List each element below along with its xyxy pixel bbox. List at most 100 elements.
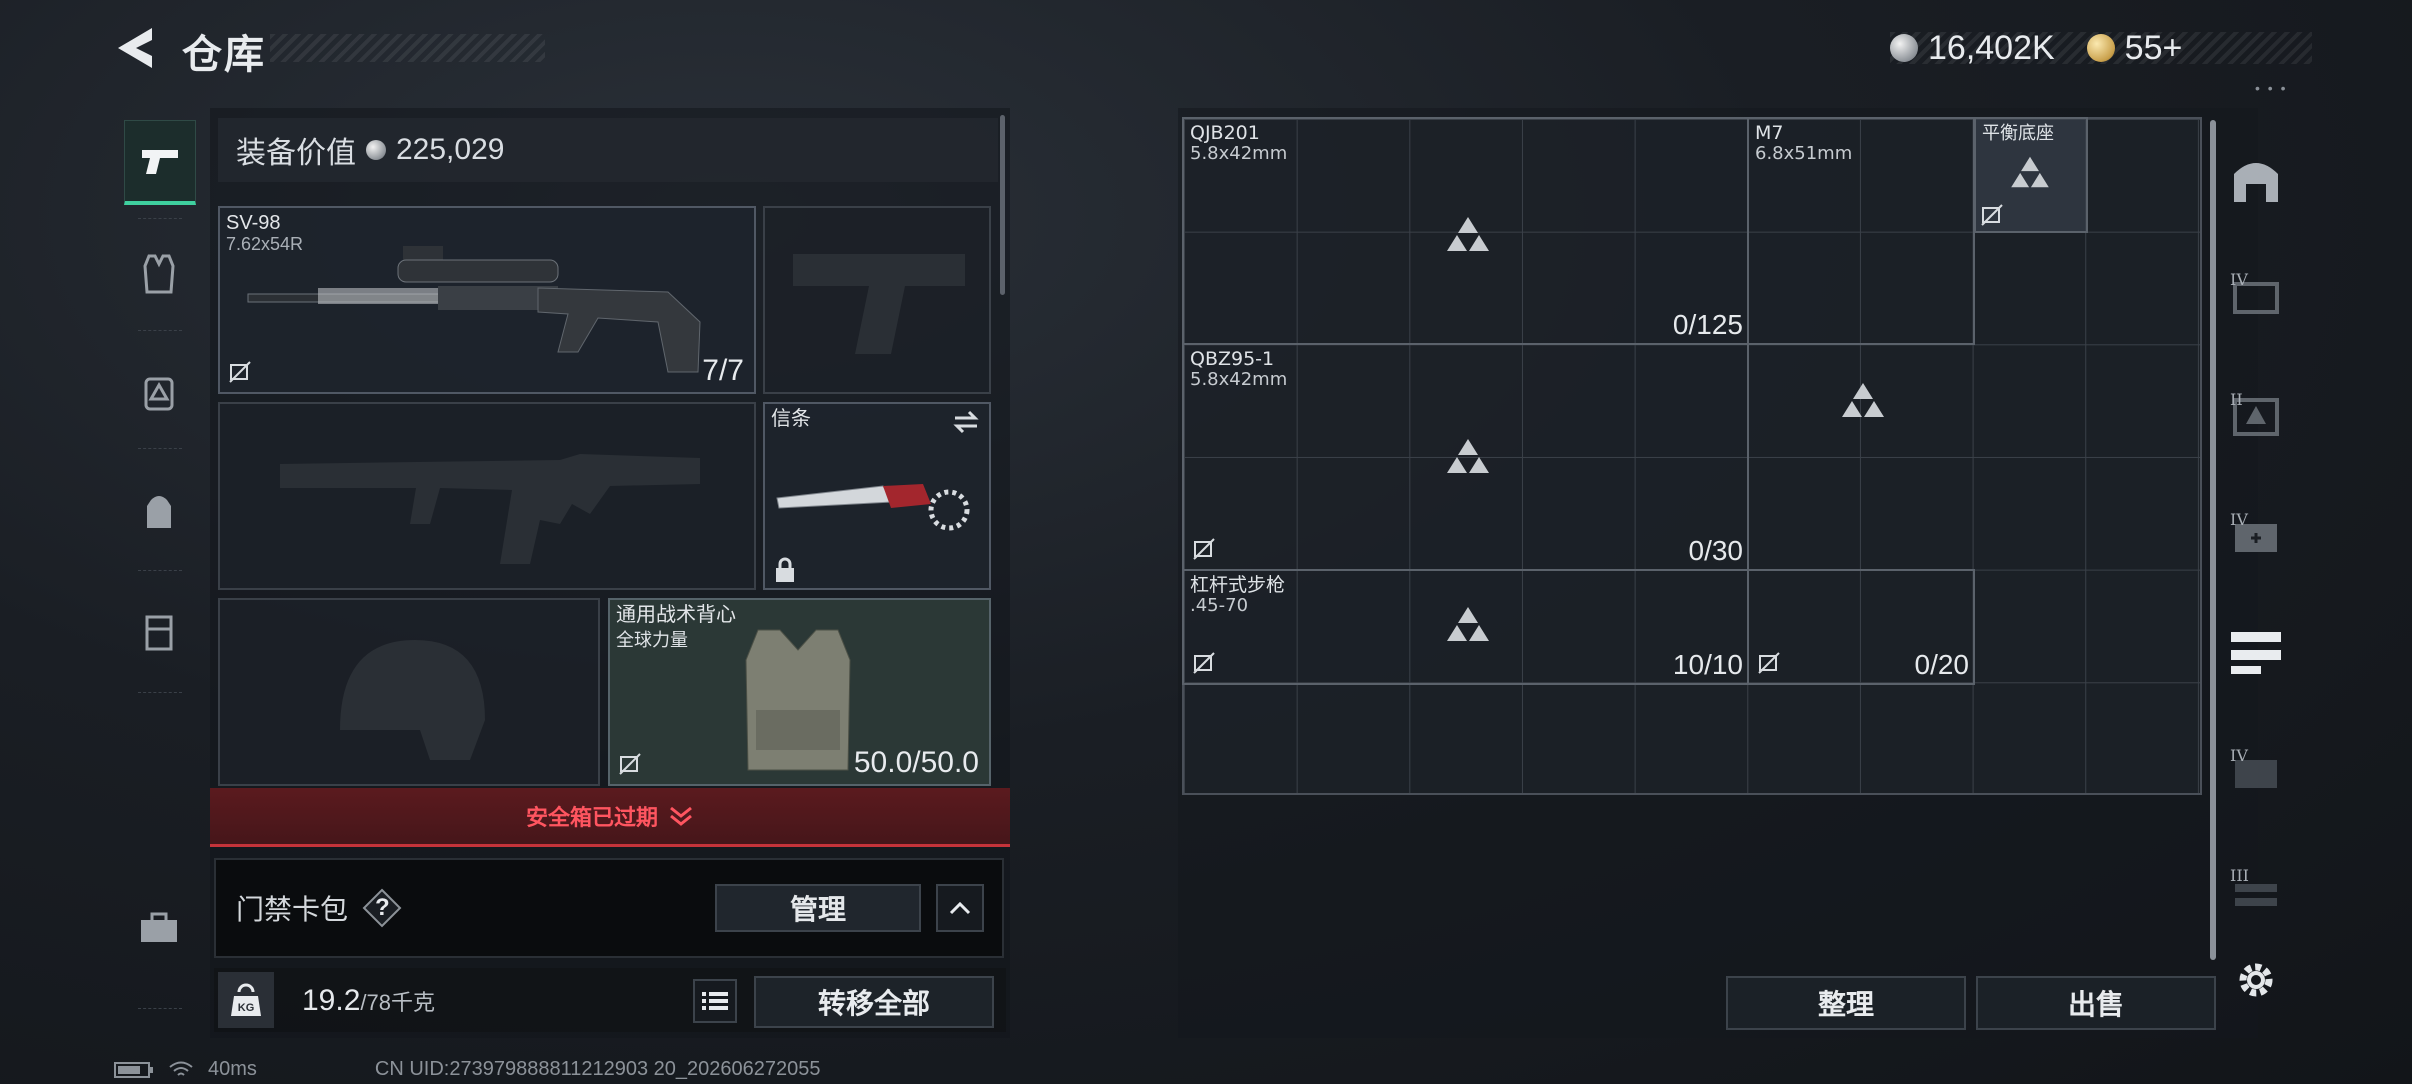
item-name: M7 (1755, 122, 1784, 144)
unlinked-icon (1981, 204, 2003, 226)
double-chevron-down-icon (670, 806, 692, 826)
equipment-scrollbar[interactable] (1000, 115, 1005, 295)
item-ammo: 6.8x51mm (1755, 143, 1853, 164)
silver-coin-icon (1890, 34, 1918, 62)
equipment-value: 225,029 (396, 133, 505, 166)
storage-item-qbz95-1[interactable]: QBZ95-1 5.8x42mm 0/30 (1182, 343, 1749, 571)
kettlebell-icon: KG (231, 983, 261, 1016)
rail-rig[interactable] (124, 592, 194, 672)
equipment-value-bar: 装备价值 225,029 (218, 118, 998, 182)
primary-weapon-slot[interactable]: SV-98 7.62x54R 7/7 (218, 206, 756, 394)
melee-slot[interactable]: 信条 (763, 402, 991, 590)
box-level: IV (2230, 746, 2248, 765)
unlinked-icon (619, 753, 641, 775)
unlinked-icon (229, 361, 251, 383)
back-button[interactable] (112, 24, 162, 72)
status-bar: 40ms CN UID:273979888811212903 20_202606… (114, 1058, 820, 1081)
storage-item-qjb201[interactable]: QJB201 5.8x42mm 0/125 (1182, 117, 1749, 345)
vest-icon (143, 254, 175, 294)
silver-amount: 16,402K (1928, 28, 2055, 67)
chevron-up-icon (949, 901, 971, 915)
item-name: QBZ95-1 (1190, 348, 1275, 370)
storage-item-m7[interactable]: M7 6.8x51mm (1747, 117, 1975, 345)
list-button[interactable] (693, 979, 737, 1023)
item-name: 杠杆式步枪 (1190, 574, 1286, 596)
rail-box-6[interactable]: III (2226, 862, 2286, 922)
melee-name: 信条 (771, 408, 811, 430)
rail-vest[interactable] (124, 234, 194, 314)
title-decoration (270, 34, 545, 62)
item-name: 平衡底座 (1982, 123, 2054, 144)
back-arrow-icon (118, 28, 152, 68)
unlinked-icon (1758, 652, 1780, 674)
storage-item-balance-base[interactable]: 平衡底座 (1974, 117, 2088, 233)
item-count: 0/20 (1914, 649, 1970, 680)
uid-text: CN UID:273979888811212903 20_20260627205… (374, 1058, 821, 1080)
backpack-icon (147, 496, 171, 528)
gear-icon (2239, 963, 2273, 997)
rail-medical[interactable] (124, 352, 194, 432)
weapon-rack-icon (2231, 632, 2281, 674)
list-icon (702, 992, 728, 1010)
rail-weapons[interactable] (124, 120, 196, 205)
triangle-logo-icon (1842, 383, 1884, 417)
triangle-logo-icon (2011, 156, 2049, 188)
manage-button[interactable]: 管理 (715, 884, 921, 932)
rail-box-3[interactable]: IV (2226, 506, 2286, 566)
toolbox-icon (141, 912, 177, 942)
rail-box-4[interactable] (2226, 622, 2286, 682)
rail-toolbox[interactable] (124, 888, 194, 968)
helmet-silhouette-icon (340, 640, 485, 760)
sell-button[interactable]: 出售 (1976, 976, 2216, 1030)
rail-box-1[interactable]: IV (2226, 266, 2286, 326)
pistol-silhouette-icon (793, 254, 965, 354)
transfer-all-button[interactable]: 转移全部 (754, 976, 994, 1028)
triangle-logo-icon (1447, 217, 1489, 251)
sniper-rifle-image (247, 246, 701, 373)
medkit-icon (144, 377, 174, 411)
lock-icon (776, 557, 794, 582)
page-title: 仓库 (182, 33, 266, 77)
storage-scrollbar[interactable] (2210, 120, 2216, 960)
storage-item-unknown[interactable] (1747, 343, 1975, 457)
vest-durability: 50.0/50.0 (853, 746, 979, 779)
rail-box-2[interactable]: II (2226, 386, 2286, 446)
weight-current: 19.2 (302, 984, 361, 1017)
collapse-button[interactable] (936, 884, 984, 932)
settings-button[interactable] (2226, 950, 2286, 1010)
rail-box-5[interactable]: IV (2226, 742, 2286, 802)
safebox-expired-label: 安全箱已过期 (525, 805, 658, 830)
storage-item-ammo-box[interactable]: 0/20 (1747, 569, 1975, 685)
wifi-icon (169, 1061, 193, 1076)
vest-name: 通用战术背心 (616, 604, 736, 626)
gold-amount[interactable]: 55+ (2125, 29, 2183, 68)
kg-label: KG (238, 1002, 255, 1014)
swap-icon[interactable] (951, 410, 981, 434)
vest-brand: 全球力量 (616, 630, 688, 650)
item-name: QJB201 (1190, 122, 1260, 144)
storage-item-lever-rifle[interactable]: 杠杆式步枪 .45-70 10/10 (1182, 569, 1749, 685)
triangle-logo-icon (1447, 607, 1489, 641)
helmet-slot[interactable] (218, 598, 600, 786)
unlinked-icon (1193, 538, 1215, 560)
box-level: IV (2230, 270, 2248, 289)
rail-storage-home[interactable] (2226, 150, 2286, 210)
box-level: III (2230, 866, 2249, 885)
sort-button[interactable]: 整理 (1726, 976, 1966, 1030)
rail-backpack[interactable] (124, 472, 194, 552)
pistol-icon (142, 150, 178, 174)
box-level: IV (2230, 510, 2248, 529)
safebox-expired-bar[interactable]: 安全箱已过期 (210, 788, 1010, 847)
ping-value: 40ms (208, 1058, 257, 1080)
item-count: 0/30 (1688, 535, 1744, 566)
help-icon[interactable]: ? (362, 888, 402, 928)
rig-icon (145, 615, 173, 651)
pistol-slot[interactable] (763, 206, 991, 394)
silver-coin-icon (366, 140, 386, 160)
secondary-weapon-slot[interactable] (218, 402, 756, 590)
help-mark: ? (375, 894, 390, 921)
keycard-label: 门禁卡包 (236, 894, 349, 925)
currency-bar: 16,402K 55+ (1890, 28, 2183, 68)
vest-slot[interactable]: 通用战术背心 全球力量 50.0/50.0 (608, 598, 991, 786)
triangle-logo-icon (1447, 439, 1489, 473)
